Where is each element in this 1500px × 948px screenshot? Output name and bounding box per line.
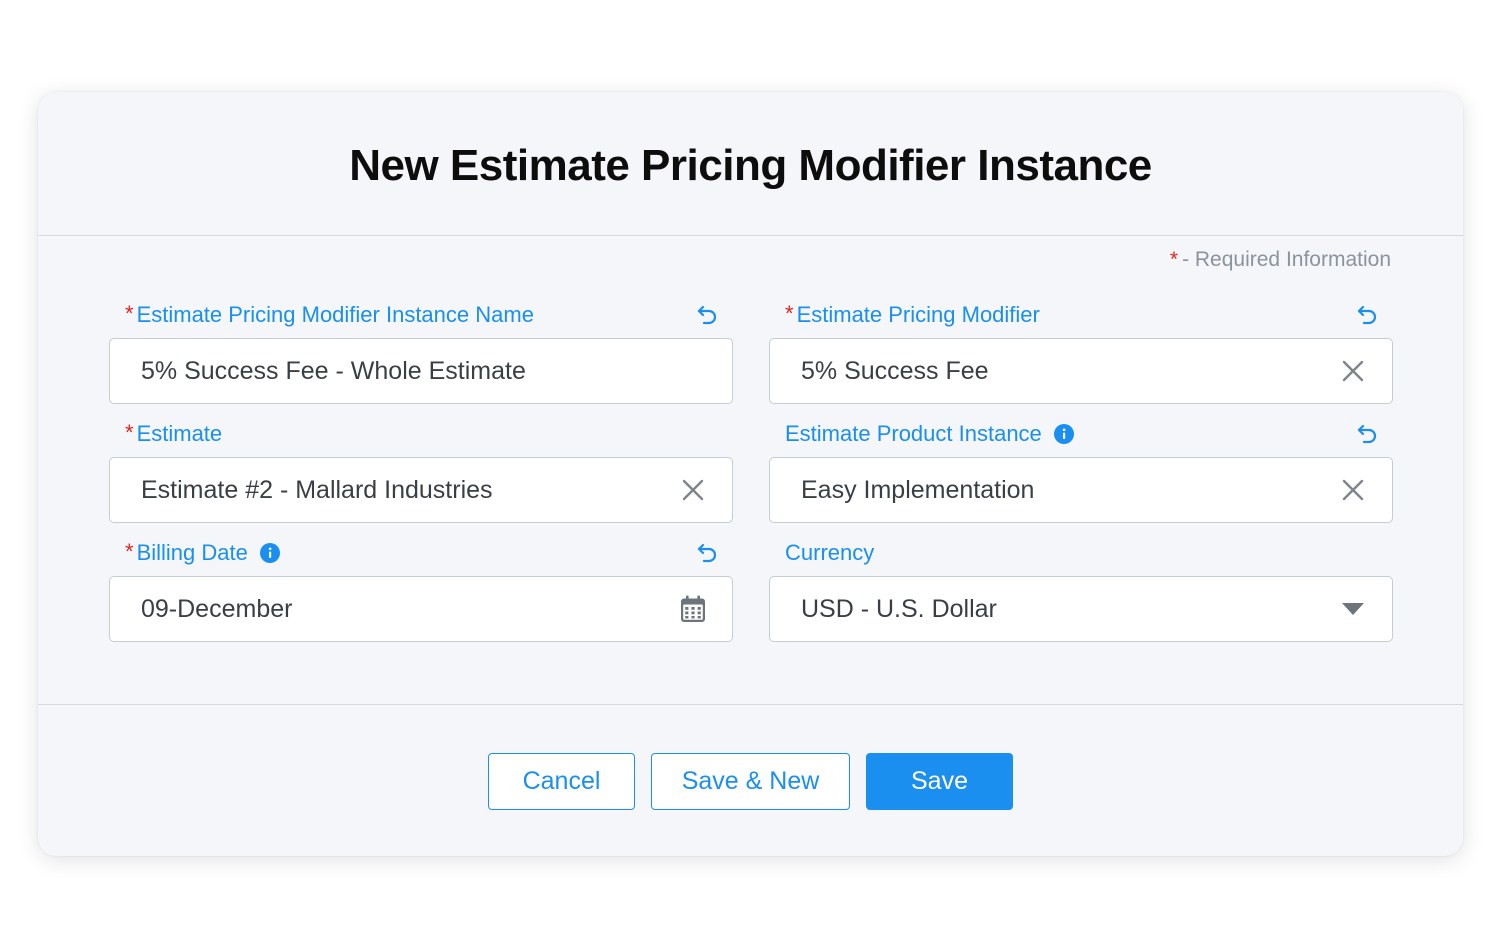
undo-icon[interactable]	[695, 303, 719, 327]
instance-name-input[interactable]: 5% Success Fee - Whole Estimate	[109, 338, 733, 404]
caret-down-icon[interactable]	[1340, 596, 1366, 622]
required-marker: *	[785, 301, 794, 326]
required-star: *	[1169, 248, 1179, 271]
dialog-header: New Estimate Pricing Modifier Instance	[38, 92, 1463, 236]
undo-icon[interactable]	[1355, 422, 1379, 446]
estimate-lookup[interactable]: Estimate #2 - Mallard Industries	[109, 457, 733, 523]
product-instance-value: Easy Implementation	[801, 475, 1035, 504]
undo-icon[interactable]	[1355, 303, 1379, 327]
dialog-title: New Estimate Pricing Modifier Instance	[349, 140, 1152, 190]
billing-date-input[interactable]: 09-December	[109, 576, 733, 642]
required-marker: *	[125, 301, 134, 326]
cancel-button[interactable]: Cancel	[488, 753, 635, 810]
pricing-modifier-lookup[interactable]: 5% Success Fee	[769, 338, 1393, 404]
currency-value: USD - U.S. Dollar	[801, 594, 997, 623]
billing-date-label: Billing Date	[136, 540, 248, 565]
estimate-value: Estimate #2 - Mallard Industries	[141, 475, 493, 504]
info-icon[interactable]	[259, 543, 280, 563]
required-marker: *	[125, 539, 134, 564]
instance-name-label: Estimate Pricing Modifier Instance Name	[136, 302, 534, 327]
required-marker: *	[125, 420, 134, 445]
pricing-modifier-value: 5% Success Fee	[801, 356, 989, 385]
info-icon[interactable]	[1053, 424, 1074, 444]
calendar-icon[interactable]	[680, 595, 706, 622]
close-icon[interactable]	[1340, 477, 1366, 503]
footer-divider	[38, 704, 1463, 705]
estimate-label: Estimate	[136, 421, 223, 446]
product-instance-label: Estimate Product Instance	[785, 421, 1042, 446]
close-icon[interactable]	[1340, 358, 1366, 384]
instance-name-value: 5% Success Fee - Whole Estimate	[141, 356, 526, 385]
pricing-modifier-label: Estimate Pricing Modifier	[796, 302, 1040, 327]
billing-date-value: 09-December	[141, 594, 293, 623]
currency-label: Currency	[785, 540, 875, 565]
save-and-new-button[interactable]: Save & New	[651, 753, 850, 810]
required-information-note: * - Required Information	[1170, 248, 1391, 272]
save-button[interactable]: Save	[866, 753, 1013, 810]
close-icon[interactable]	[680, 477, 706, 503]
product-instance-lookup[interactable]: Easy Implementation	[769, 457, 1393, 523]
undo-icon[interactable]	[695, 541, 719, 565]
currency-select[interactable]: USD - U.S. Dollar	[769, 576, 1393, 642]
required-note-text: - Required Information	[1182, 248, 1391, 271]
new-pricing-modifier-instance-dialog: New Estimate Pricing Modifier Instance *…	[38, 92, 1463, 856]
